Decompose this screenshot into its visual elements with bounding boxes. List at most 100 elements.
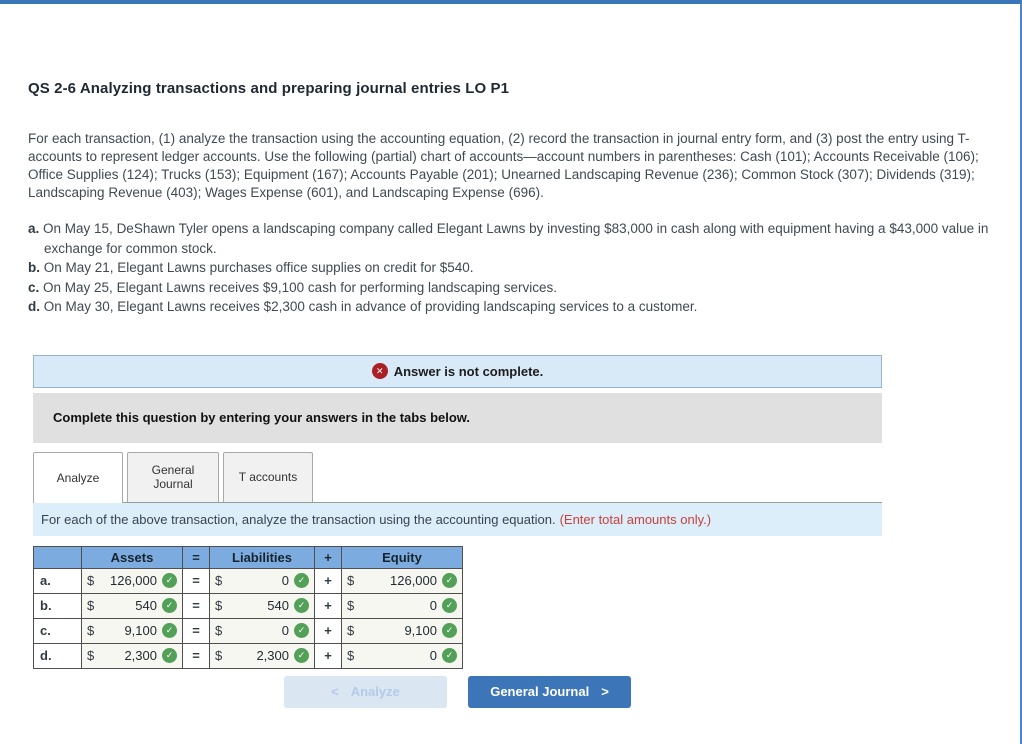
- transaction-item-a: a. On May 15, DeShawn Tyler opens a land…: [28, 219, 992, 258]
- assets-cell[interactable]: $126,000 ✓: [81, 567, 183, 594]
- equity-value: 126,000: [390, 573, 437, 588]
- tab-analyze[interactable]: Analyze: [33, 451, 123, 503]
- check-icon: ✓: [442, 573, 457, 588]
- liabilities-value: 0: [281, 573, 289, 588]
- transaction-text: On May 15, DeShawn Tyler opens a landsca…: [43, 221, 989, 256]
- equity-value: 9,100: [404, 623, 437, 638]
- error-circle-icon: ✕: [371, 363, 388, 379]
- currency-symbol: $: [215, 573, 223, 588]
- currency-symbol: $: [347, 573, 355, 588]
- currency-symbol: $: [215, 648, 223, 663]
- assets-value: 540: [135, 598, 157, 613]
- prev-button-label: Analyze: [350, 684, 400, 699]
- tab-label: T accounts: [238, 470, 298, 484]
- row-label: d.: [33, 642, 82, 669]
- header-equity: Equity: [341, 545, 463, 569]
- equity-cell[interactable]: $126,000 ✓: [341, 567, 463, 594]
- currency-symbol: $: [87, 648, 95, 663]
- transaction-item-c: c. On May 25, Elegant Lawns receives $9,…: [28, 278, 992, 298]
- check-icon: ✓: [442, 598, 457, 613]
- next-button-label: General Journal: [490, 684, 590, 699]
- tab-strip: Analyze General Journal T accounts: [33, 451, 882, 503]
- equals-cell: =: [182, 567, 210, 594]
- table-row: c. $9,100 ✓ = $0 ✓ + $9,100 ✓: [33, 617, 463, 644]
- check-icon: ✓: [294, 598, 309, 613]
- assets-cell[interactable]: $540 ✓: [81, 592, 183, 619]
- equity-cell[interactable]: $0 ✓: [341, 592, 463, 619]
- header-blank: [33, 545, 82, 569]
- liabilities-cell[interactable]: $2,300 ✓: [209, 642, 315, 669]
- header-plus: +: [314, 545, 342, 569]
- check-icon: ✓: [294, 623, 309, 638]
- status-banner: ✕ Answer is not complete.: [33, 354, 882, 388]
- table-row: b. $540 ✓ = $540 ✓ + $0 ✓: [33, 592, 463, 619]
- tab-instruction-text: For each of the above transaction, analy…: [41, 511, 556, 527]
- equity-cell[interactable]: $9,100 ✓: [341, 617, 463, 644]
- currency-symbol: $: [347, 648, 355, 663]
- tab-label: General Journal: [151, 463, 195, 491]
- transaction-item-b: b. On May 21, Elegant Lawns purchases of…: [28, 258, 992, 278]
- check-icon: ✓: [162, 598, 177, 613]
- equity-cell[interactable]: $0 ✓: [341, 642, 463, 669]
- complete-question-text: Complete this question by entering your …: [53, 410, 471, 425]
- plus-cell: +: [314, 567, 342, 594]
- transaction-label: b.: [28, 260, 40, 275]
- check-icon: ✓: [442, 648, 457, 663]
- content-area: QS 2-6 Analyzing transactions and prepar…: [0, 4, 1020, 708]
- check-icon: ✓: [294, 648, 309, 663]
- table-row: d. $2,300 ✓ = $2,300 ✓ + $0 ✓: [33, 642, 463, 669]
- assets-value: 9,100: [124, 623, 157, 638]
- currency-symbol: $: [347, 598, 355, 613]
- liabilities-value: 540: [267, 598, 289, 613]
- row-label: c.: [33, 617, 82, 644]
- tab-label: Analyze: [56, 470, 100, 485]
- check-icon: ✓: [162, 623, 177, 638]
- check-icon: ✓: [162, 573, 177, 588]
- assets-cell[interactable]: $9,100 ✓: [81, 617, 183, 644]
- chevron-right-icon: >: [601, 684, 609, 699]
- tab-instruction-note: (Enter total amounts only.): [559, 511, 712, 527]
- answer-panel: ✕ Answer is not complete. Complete this …: [33, 354, 882, 708]
- equals-cell: =: [182, 642, 210, 669]
- liabilities-value: 2,300: [256, 648, 289, 663]
- row-label: b.: [33, 592, 82, 619]
- accounting-equation-table: Assets = Liabilities + Equity a. $126,00…: [33, 545, 463, 669]
- row-label: a.: [33, 567, 82, 594]
- assets-value: 126,000: [110, 573, 157, 588]
- liabilities-cell[interactable]: $0 ✓: [209, 617, 315, 644]
- assets-value: 2,300: [124, 648, 157, 663]
- assets-cell[interactable]: $2,300 ✓: [81, 642, 183, 669]
- prev-analyze-button[interactable]: < Analyze: [284, 675, 447, 708]
- transaction-label: c.: [28, 279, 40, 295]
- currency-symbol: $: [347, 623, 355, 638]
- equals-cell: =: [182, 617, 210, 644]
- transaction-text: On May 25, Elegant Lawns receives $9,100…: [43, 279, 558, 295]
- status-banner-text: Answer is not complete.: [393, 363, 544, 379]
- currency-symbol: $: [215, 598, 223, 613]
- tab-t-accounts[interactable]: T accounts: [223, 451, 313, 502]
- plus-cell: +: [314, 642, 342, 669]
- table-header-row: Assets = Liabilities + Equity: [33, 545, 463, 569]
- next-general-journal-button[interactable]: General Journal >: [468, 675, 631, 708]
- chevron-left-icon: <: [331, 684, 339, 699]
- currency-symbol: $: [87, 573, 95, 588]
- liabilities-cell[interactable]: $0 ✓: [209, 567, 315, 594]
- check-icon: ✓: [442, 623, 457, 638]
- transaction-list: a. On May 15, DeShawn Tyler opens a land…: [28, 219, 992, 317]
- tab-general-journal[interactable]: General Journal: [127, 451, 219, 502]
- question-page: { "page": { "title": "QS 2-6 Analyzing t…: [0, 0, 1022, 744]
- plus-cell: +: [314, 617, 342, 644]
- equity-value: 0: [429, 598, 437, 613]
- liabilities-cell[interactable]: $540 ✓: [209, 592, 315, 619]
- header-assets: Assets: [81, 545, 183, 569]
- currency-symbol: $: [215, 623, 223, 638]
- header-equals: =: [182, 545, 210, 569]
- equity-value: 0: [429, 648, 437, 663]
- currency-symbol: $: [87, 623, 95, 638]
- equals-cell: =: [182, 592, 210, 619]
- transaction-item-d: d. On May 30, Elegant Lawns receives $2,…: [28, 297, 992, 317]
- transaction-text: On May 30, Elegant Lawns receives $2,300…: [43, 299, 698, 314]
- transaction-text: On May 21, Elegant Lawns purchases offic…: [43, 260, 474, 275]
- table-row: a. $126,000 ✓ = $0 ✓ + $126,000 ✓: [33, 567, 463, 594]
- navigation-buttons: < Analyze General Journal >: [33, 675, 882, 708]
